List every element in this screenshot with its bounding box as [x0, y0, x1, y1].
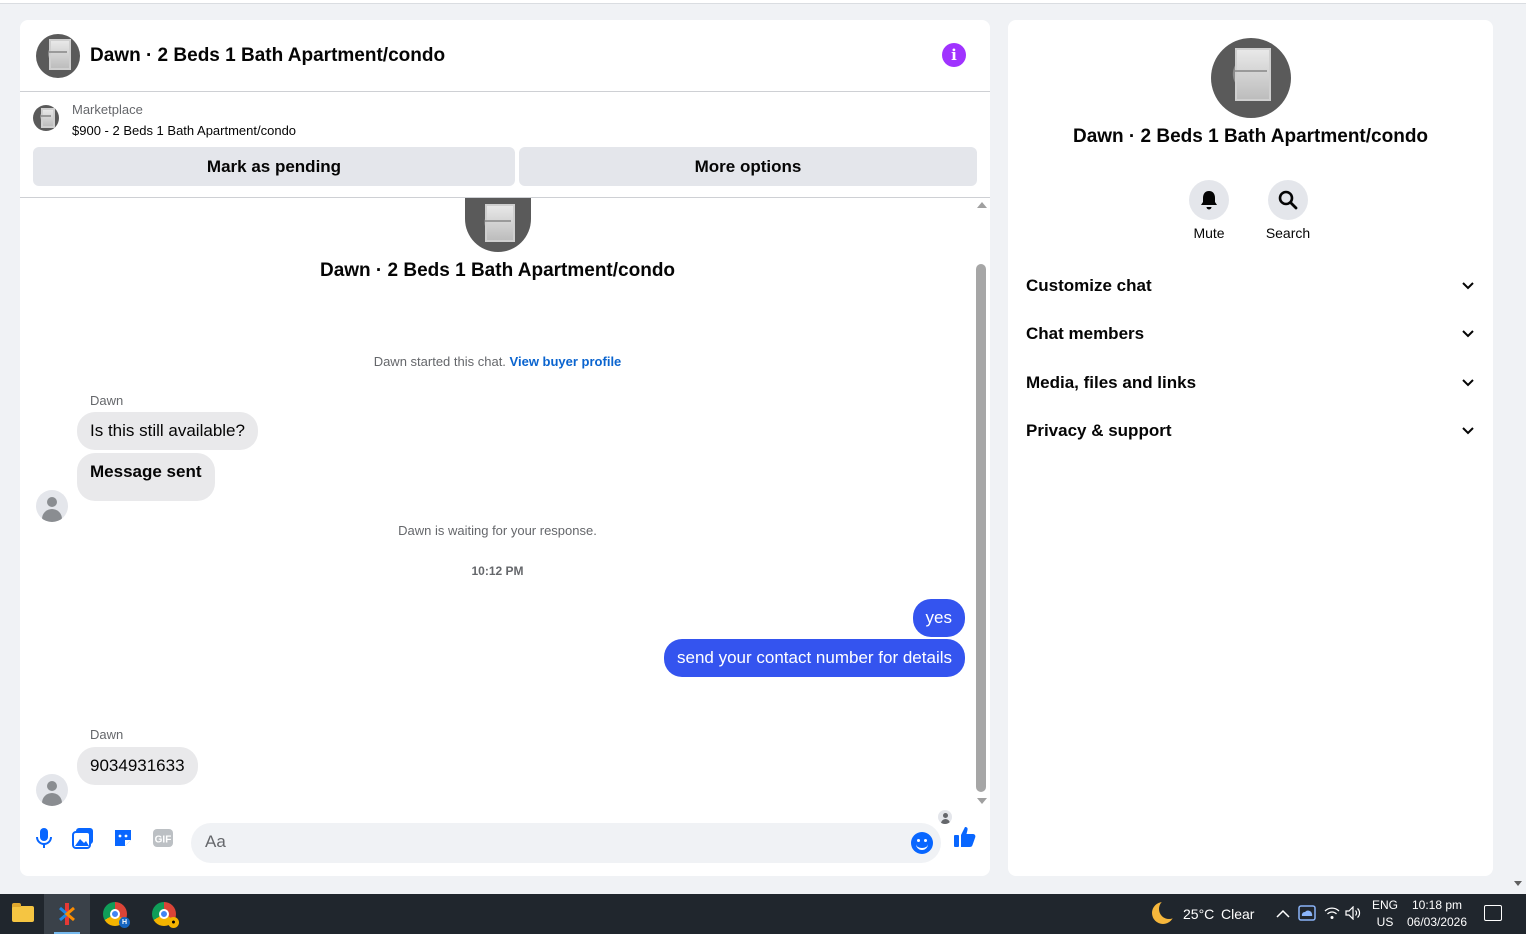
- listing-avatar[interactable]: [36, 33, 80, 78]
- sender-avatar[interactable]: [36, 490, 68, 522]
- cloud-icon[interactable]: [1298, 905, 1316, 926]
- panel-title: Dawn · 2 Beds 1 Bath Apartment/condo: [1072, 126, 1429, 147]
- emoji-icon[interactable]: [911, 832, 933, 854]
- search-button[interactable]: Search: [1258, 180, 1318, 241]
- message-input-wrapper: [191, 823, 941, 863]
- chat-title[interactable]: Dawn · 2 Beds 1 Bath Apartment/condo: [90, 45, 445, 67]
- chat-window: Dawn · 2 Beds 1 Bath Apartment/condo i M…: [20, 20, 990, 876]
- region-indicator[interactable]: US: [1370, 915, 1400, 929]
- listing-thumbnail[interactable]: [33, 105, 59, 131]
- file-explorer-icon[interactable]: [0, 894, 46, 934]
- chevron-down-icon: [1460, 375, 1476, 391]
- weather-desc[interactable]: Clear: [1221, 906, 1254, 922]
- notification-icon[interactable]: [1484, 905, 1502, 921]
- weather-temp[interactable]: 25°C: [1183, 906, 1214, 922]
- waiting-notice: Dawn is waiting for your response.: [398, 523, 597, 538]
- app-icon[interactable]: [44, 894, 90, 934]
- section-label: Chat members: [1026, 324, 1145, 343]
- conversation-info-panel: Dawn · 2 Beds 1 Bath Apartment/condo Mut…: [1008, 20, 1493, 876]
- sender-name: Dawn: [90, 727, 124, 742]
- view-buyer-profile-link[interactable]: View buyer profile: [510, 354, 622, 369]
- started-text: Dawn started this chat.: [373, 354, 506, 369]
- chat-started-notice: Dawn started this chat. View buyer profi…: [20, 354, 975, 369]
- windows-taskbar: H ● 25°C Clear ENG US 10:18 pm 06/03/202…: [0, 894, 1526, 934]
- section-media-files-links[interactable]: Media, files and links: [1026, 365, 1476, 401]
- wifi-icon[interactable]: [1324, 906, 1340, 925]
- search-icon[interactable]: [1268, 180, 1308, 220]
- like-icon[interactable]: [953, 825, 977, 849]
- mute-button[interactable]: Mute: [1179, 180, 1239, 241]
- panel-avatar[interactable]: [1211, 38, 1291, 118]
- scroll-thumb[interactable]: [976, 264, 986, 792]
- chevron-down-icon: [1460, 278, 1476, 294]
- chat-header: Dawn · 2 Beds 1 Bath Apartment/condo i: [20, 20, 990, 92]
- incoming-message[interactable]: Message sent: [77, 453, 215, 501]
- gif-icon[interactable]: GIF: [151, 826, 175, 850]
- section-customize-chat[interactable]: Customize chat: [1026, 268, 1476, 304]
- sticker-icon[interactable]: [111, 826, 135, 850]
- bell-icon[interactable]: [1189, 180, 1229, 220]
- message-composer: GIF: [20, 814, 990, 876]
- section-label: Media, files and links: [1026, 373, 1197, 392]
- more-options-button[interactable]: More options: [519, 147, 977, 186]
- scroll-down-arrow[interactable]: [977, 798, 987, 804]
- photo-icon[interactable]: [71, 826, 95, 850]
- section-label: Privacy & support: [1026, 421, 1172, 440]
- incoming-message[interactable]: Is this still available?: [77, 412, 258, 450]
- browser-top-edge: [0, 0, 1526, 4]
- section-label: Customize chat: [1026, 276, 1152, 295]
- mark-as-pending-button[interactable]: Mark as pending: [33, 147, 515, 186]
- message-input[interactable]: [205, 832, 885, 852]
- clock-date[interactable]: 06/03/2026: [1404, 915, 1470, 929]
- section-chat-members[interactable]: Chat members: [1026, 316, 1476, 352]
- language-indicator[interactable]: ENG: [1370, 898, 1400, 912]
- weather-moon-icon[interactable]: [1152, 899, 1179, 924]
- chrome-icon[interactable]: ●: [141, 894, 187, 934]
- incoming-message[interactable]: 9034931633: [77, 747, 198, 785]
- info-icon[interactable]: i: [942, 43, 966, 67]
- mute-label: Mute: [1193, 225, 1225, 241]
- message-scrollbar[interactable]: [975, 202, 987, 806]
- volume-icon[interactable]: [1345, 905, 1361, 925]
- chevron-down-icon: [1460, 326, 1476, 342]
- section-privacy-support[interactable]: Privacy & support: [1026, 413, 1476, 449]
- chevron-down-icon: [1460, 423, 1476, 439]
- sender-name: Dawn: [90, 393, 124, 408]
- conversation-title: Dawn · 2 Beds 1 Bath Apartment/condo: [319, 260, 676, 281]
- conversation-avatar: [465, 198, 531, 252]
- message-thread: Dawn · 2 Beds 1 Bath Apartment/condo Daw…: [20, 198, 990, 824]
- chrome-icon[interactable]: H: [92, 894, 138, 934]
- marketplace-listing-bar: Marketplace $900 - 2 Beds 1 Bath Apartme…: [20, 92, 990, 198]
- marketplace-label: Marketplace: [72, 102, 143, 117]
- clock-time[interactable]: 10:18 pm: [1404, 898, 1470, 912]
- page-scroll-down-arrow[interactable]: [1514, 881, 1522, 886]
- chevron-up-icon[interactable]: [1276, 906, 1290, 924]
- outgoing-message[interactable]: send your contact number for details: [664, 639, 965, 677]
- sender-avatar[interactable]: [36, 774, 68, 806]
- microphone-icon[interactable]: [32, 826, 56, 850]
- outgoing-message[interactable]: yes: [912, 599, 965, 637]
- listing-price-title[interactable]: $900 - 2 Beds 1 Bath Apartment/condo: [72, 123, 296, 138]
- search-label: Search: [1265, 225, 1311, 241]
- message-timestamp: 10:12 PM: [471, 564, 524, 578]
- scroll-up-arrow[interactable]: [977, 202, 987, 208]
- gif-label: GIF: [155, 835, 172, 846]
